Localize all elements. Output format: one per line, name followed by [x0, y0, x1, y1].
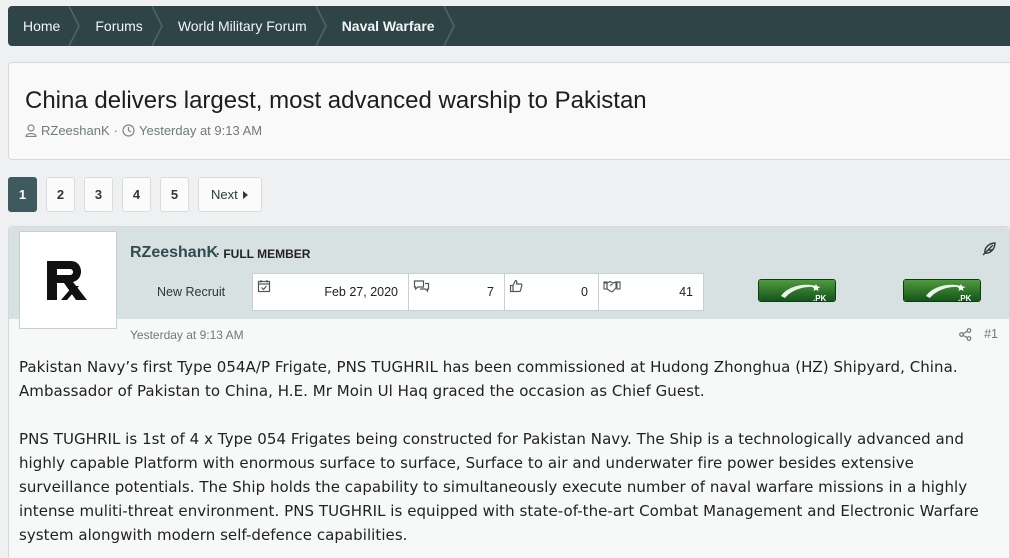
thread-author-link[interactable]: RZeeshanK [41, 123, 110, 138]
message-bubbles-icon [413, 280, 430, 293]
pk-flag-icon: .PK [904, 280, 980, 302]
calendar-icon [257, 280, 271, 293]
post-number-link[interactable]: #1 [984, 327, 998, 341]
user-title: · FULL MEMBER [216, 247, 311, 261]
post-username[interactable]: RZeeshanK [130, 244, 218, 262]
thumbs-up-icon [509, 279, 523, 293]
user-rank: New Recruit [157, 285, 226, 299]
post-content: Pakistan Navy’s first Type 054A/P Frigat… [19, 355, 994, 558]
breadcrumb-label: Home [23, 18, 61, 34]
messages-stat: 7 [408, 273, 505, 311]
feather-icon [982, 242, 996, 256]
rz-logo-icon [47, 261, 87, 300]
post-paragraph: PNS TUGHRIL is 1st of 4 x Type 054 Friga… [19, 430, 979, 544]
share-icon[interactable] [959, 327, 972, 341]
breadcrumb-label: Naval Warfare [341, 18, 435, 34]
page-2-button[interactable]: 2 [46, 177, 75, 212]
handshake-icon [603, 280, 621, 293]
post-date-link[interactable]: Yesterday at 9:13 AM [130, 328, 244, 342]
pk-flag-badge: .PK [758, 279, 836, 302]
pagination: 1 2 3 4 5 Next [8, 177, 262, 212]
thread-time-link[interactable]: Yesterday at 9:13 AM [139, 123, 262, 138]
meta-separator: · [113, 123, 118, 138]
page-5-button[interactable]: 5 [160, 177, 189, 212]
flag-label: .PK [958, 294, 972, 302]
pk-flag-icon: .PK [759, 280, 835, 302]
post: RZeeshanK · FULL MEMBER New Recruit Feb … [8, 226, 1010, 558]
pk-flag-badge: .PK [903, 279, 981, 302]
user-icon [25, 124, 37, 137]
page-3-button[interactable]: 3 [84, 177, 113, 212]
breadcrumb-world-military-forum[interactable]: World Military Forum [163, 6, 327, 46]
reactions-stat: 0 [504, 273, 599, 311]
caret-right-icon [242, 190, 248, 199]
reactions-count: 0 [581, 285, 588, 299]
breadcrumb-label: World Military Forum [177, 18, 307, 34]
thread-header: China delivers largest, most advanced wa… [8, 62, 1010, 160]
chevron-divider-icon [68, 6, 81, 46]
breadcrumb-label: Forums [95, 18, 143, 34]
joined-date: Feb 27, 2020 [324, 285, 398, 299]
breadcrumb: Home Forums World Military Forum Naval W… [8, 6, 1010, 46]
flag-label: .PK [813, 294, 827, 302]
chevron-divider-icon [315, 6, 327, 46]
breadcrumb-home[interactable]: Home [8, 6, 81, 46]
breadcrumb-naval-warfare[interactable]: Naval Warfare [327, 6, 455, 46]
joined-stat: Feb 27, 2020 [252, 273, 409, 311]
clock-icon [122, 124, 135, 137]
avatar[interactable] [19, 231, 117, 329]
post-user-bar: RZeeshanK · FULL MEMBER New Recruit Feb … [9, 227, 1009, 319]
next-page-button[interactable]: Next [198, 177, 262, 212]
post-paragraph: Pakistan Navy’s first Type 054A/P Frigat… [19, 358, 958, 400]
chevron-divider-icon [442, 6, 455, 46]
page-1-button[interactable]: 1 [8, 177, 37, 212]
page-title: China delivers largest, most advanced wa… [25, 87, 647, 114]
user-stats: Feb 27, 2020 7 0 41 [252, 273, 704, 311]
points-stat: 41 [598, 273, 704, 311]
post-actions: #1 [959, 327, 998, 341]
breadcrumb-forums[interactable]: Forums [80, 6, 163, 46]
page-4-button[interactable]: 4 [122, 177, 151, 212]
next-label: Next [211, 187, 238, 202]
messages-count: 7 [487, 285, 494, 299]
points-count: 41 [679, 285, 693, 299]
thread-meta: RZeeshanK · Yesterday at 9:13 AM [25, 123, 262, 138]
chevron-divider-icon [151, 6, 163, 46]
